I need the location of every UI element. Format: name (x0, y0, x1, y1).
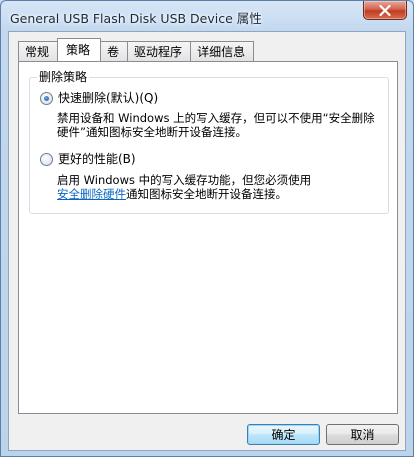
removal-policy-group: 删除策略 快速删除(默认)(Q) 禁用设备和 Windows 上的写入缓存，但可… (29, 70, 389, 214)
close-icon (379, 4, 391, 16)
tab-policy[interactable]: 策略 (57, 38, 102, 61)
tab-driver[interactable]: 驱动程序 (127, 41, 192, 61)
dialog-client-area: 常规 策略 卷 驱动程序 详细信息 删除策略 快速删除(默认)(Q) 禁用设备和… (8, 31, 406, 451)
quick-removal-radio[interactable] (40, 91, 53, 105)
better-performance-option[interactable]: 更好的性能(B) (40, 152, 136, 166)
better-performance-radio[interactable] (40, 152, 53, 166)
quick-removal-label[interactable]: 快速删除(默认)(Q) (58, 91, 158, 105)
title-bar[interactable]: General USB Flash Disk USB Device 属性 (1, 1, 413, 31)
tab-general[interactable]: 常规 (18, 41, 59, 61)
tab-volume[interactable]: 卷 (100, 41, 129, 61)
quick-removal-description-text: 禁用设备和 Windows 上的写入缓存，但可以不使用“安全删除硬件”通知图标安… (57, 111, 375, 139)
quick-removal-option[interactable]: 快速删除(默认)(Q) (40, 91, 158, 105)
better-performance-description-suffix: 通知图标安全地断开设备连接。 (126, 187, 287, 201)
quick-removal-description: 禁用设备和 Windows 上的写入缓存，但可以不使用“安全删除硬件”通知图标安… (57, 111, 377, 139)
better-performance-label[interactable]: 更好的性能(B) (58, 152, 136, 166)
cancel-button[interactable]: 取消 (326, 424, 399, 445)
ok-button[interactable]: 确定 (247, 424, 320, 445)
better-performance-description: 启用 Windows 中的写入缓存功能，但您必须使用 安全删除硬件通知图标安全地… (57, 173, 377, 201)
window-title: General USB Flash Disk USB Device 属性 (10, 11, 262, 26)
tab-strip: 常规 策略 卷 驱动程序 详细信息 (18, 38, 255, 61)
group-label: 删除策略 (37, 70, 90, 84)
policy-tab-panel: 删除策略 快速删除(默认)(Q) 禁用设备和 Windows 上的写入缓存，但可… (18, 61, 398, 414)
better-performance-description-prefix: 启用 Windows 中的写入缓存功能，但您必须使用 (57, 173, 312, 187)
close-button[interactable] (363, 1, 407, 20)
properties-window: General USB Flash Disk USB Device 属性 常规 … (0, 0, 414, 457)
safely-remove-hardware-link[interactable]: 安全删除硬件 (57, 187, 126, 201)
tab-details[interactable]: 详细信息 (190, 41, 255, 61)
